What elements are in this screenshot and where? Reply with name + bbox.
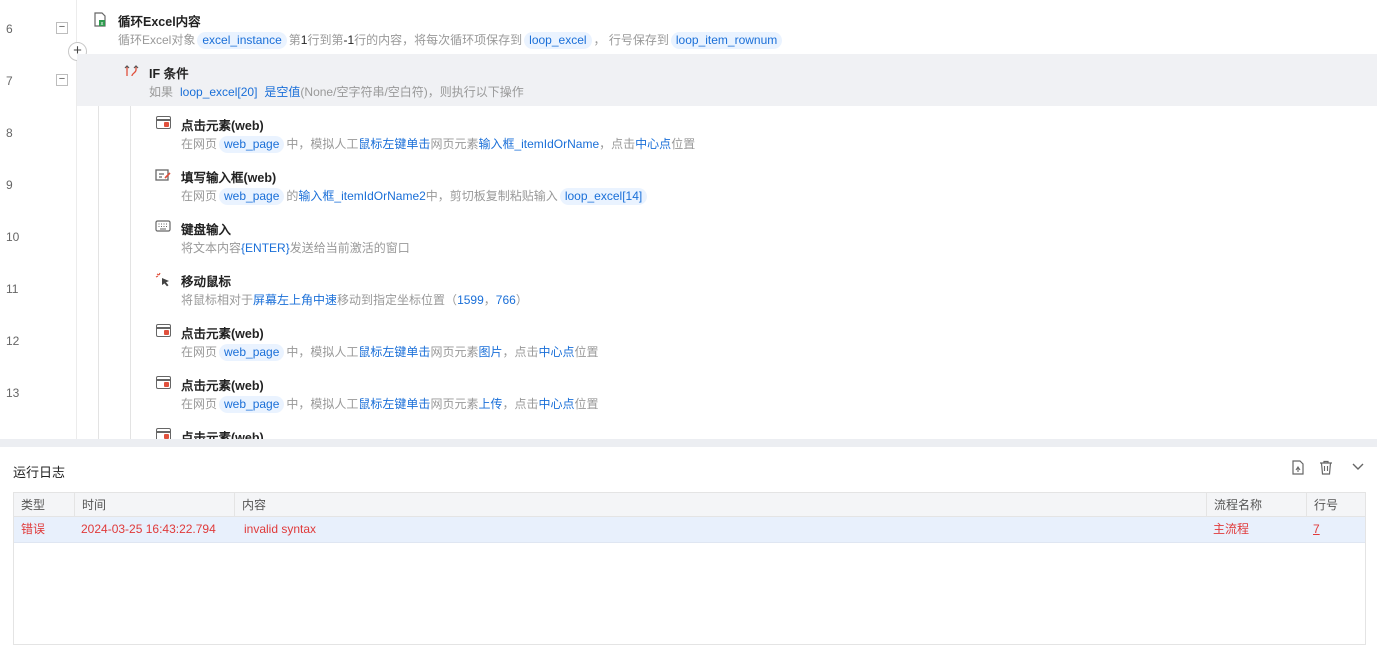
step-title: 键盘输入 <box>181 223 232 237</box>
step-title: 循环Excel内容 <box>118 15 201 29</box>
line-number: 8 <box>6 126 13 140</box>
variable-pill: loop_item_rownum <box>670 32 783 49</box>
log-panel-title: 运行日志 <box>13 465 66 480</box>
if-branch-icon <box>123 64 139 78</box>
export-log-icon[interactable] <box>1290 460 1306 476</box>
run-log-panel: 运行日志 类型 时间 内容 流程名称 行号 错误 2024-03-25 16:4… <box>0 447 1377 656</box>
line-number: 12 <box>6 334 20 348</box>
step-description: 循环Excel对象 excel_instance 第1行到第-1行的内容，将每次循环… <box>118 31 784 49</box>
step-title: 点击元素(web) <box>181 119 264 133</box>
step-description: 在网页 web_page 中，模拟人工鼠标左键单击网页元素图片，点击中心点位置 <box>181 344 599 361</box>
variable-pill: excel_instance <box>197 32 287 49</box>
column-header-time[interactable]: 时间 <box>74 493 234 517</box>
line-number: 9 <box>6 178 13 192</box>
step-title: IF 条件 <box>149 67 189 81</box>
web-click-icon <box>155 376 171 390</box>
line-number: 11 <box>6 282 19 296</box>
delete-log-icon[interactable] <box>1318 460 1334 476</box>
keyboard-icon <box>155 220 171 234</box>
line-number: 13 <box>6 386 20 400</box>
log-table: 类型 时间 内容 流程名称 行号 错误 2024-03-25 16:43:22.… <box>13 492 1366 645</box>
log-line-link[interactable]: 7 <box>1306 517 1320 542</box>
step-description: 在网页 web_page 中，模拟人工鼠标左键单击网页元素上传，点击中心点位置 <box>181 396 599 413</box>
step-title: 点击元素(web) <box>181 379 264 393</box>
if-guide-line <box>130 106 131 439</box>
line-number: 10 <box>6 230 20 244</box>
log-flow-name: 主流程 <box>1213 522 1250 536</box>
mouse-move-icon <box>155 272 171 287</box>
step-title: 填写输入框(web) <box>181 171 277 185</box>
variable-pill: loop_excel[20] <box>180 85 258 99</box>
variable-pill: web_page <box>219 396 285 413</box>
column-header-type[interactable]: 类型 <box>14 493 74 517</box>
step-title: 点击元素(web) <box>181 327 264 341</box>
column-header-content[interactable]: 内容 <box>234 493 1206 517</box>
web-click-icon <box>155 428 171 439</box>
column-header-flow[interactable]: 流程名称 <box>1206 493 1306 517</box>
loop-guide-line <box>98 106 99 439</box>
collapse-icon[interactable]: − <box>56 22 68 34</box>
collapse-panel-icon[interactable] <box>1350 460 1366 476</box>
step-description: 将文本内容{ENTER}发送给当前激活的窗口 <box>181 241 410 255</box>
excel-loop-icon: x <box>92 12 108 27</box>
log-content: invalid syntax <box>244 522 317 536</box>
log-table-header: 类型 时间 内容 流程名称 行号 <box>14 493 1365 517</box>
flow-editor: 6 7 8 9 10 11 12 13 − − + x 循环Excel内容 循环… <box>0 0 1377 439</box>
step-title: 点击元素(web) <box>181 431 264 439</box>
variable-pill: web_page <box>219 344 285 361</box>
panel-splitter[interactable] <box>0 439 1377 447</box>
step-title: 移动鼠标 <box>181 275 232 289</box>
variable-pill: web_page <box>219 136 285 153</box>
step-description: 在网页 web_page 中，模拟人工鼠标左键单击网页元素输入框_itemIdOrN… <box>181 136 696 153</box>
column-header-line[interactable]: 行号 <box>1306 493 1365 517</box>
step-description: 将鼠标相对于屏幕左上角中速移动到指定坐标位置（1599，766） <box>181 293 528 307</box>
table-row[interactable]: 错误 2024-03-25 16:43:22.794 invalid synta… <box>14 517 1365 543</box>
web-click-icon <box>155 116 171 130</box>
step-description: 如果 loop_excel[20] 是空值(None/空字符串/空白符)，则执行以下… <box>149 85 524 99</box>
web-click-icon <box>155 324 171 338</box>
step-description: 在网页 web_page 的输入框_itemIdOrName2中，剪切板复制粘贴输入… <box>181 187 649 205</box>
variable-pill: loop_excel[14] <box>559 188 648 205</box>
line-number: 7 <box>6 74 13 88</box>
log-time: 2024-03-25 16:43:22.794 <box>81 522 216 536</box>
collapse-icon[interactable]: − <box>56 74 68 86</box>
svg-text:x: x <box>101 21 104 27</box>
variable-pill: loop_excel <box>524 32 592 49</box>
edit-input-icon <box>155 168 171 182</box>
log-type: 错误 <box>21 522 46 536</box>
line-number: 6 <box>6 22 13 36</box>
variable-pill: web_page <box>219 188 285 205</box>
